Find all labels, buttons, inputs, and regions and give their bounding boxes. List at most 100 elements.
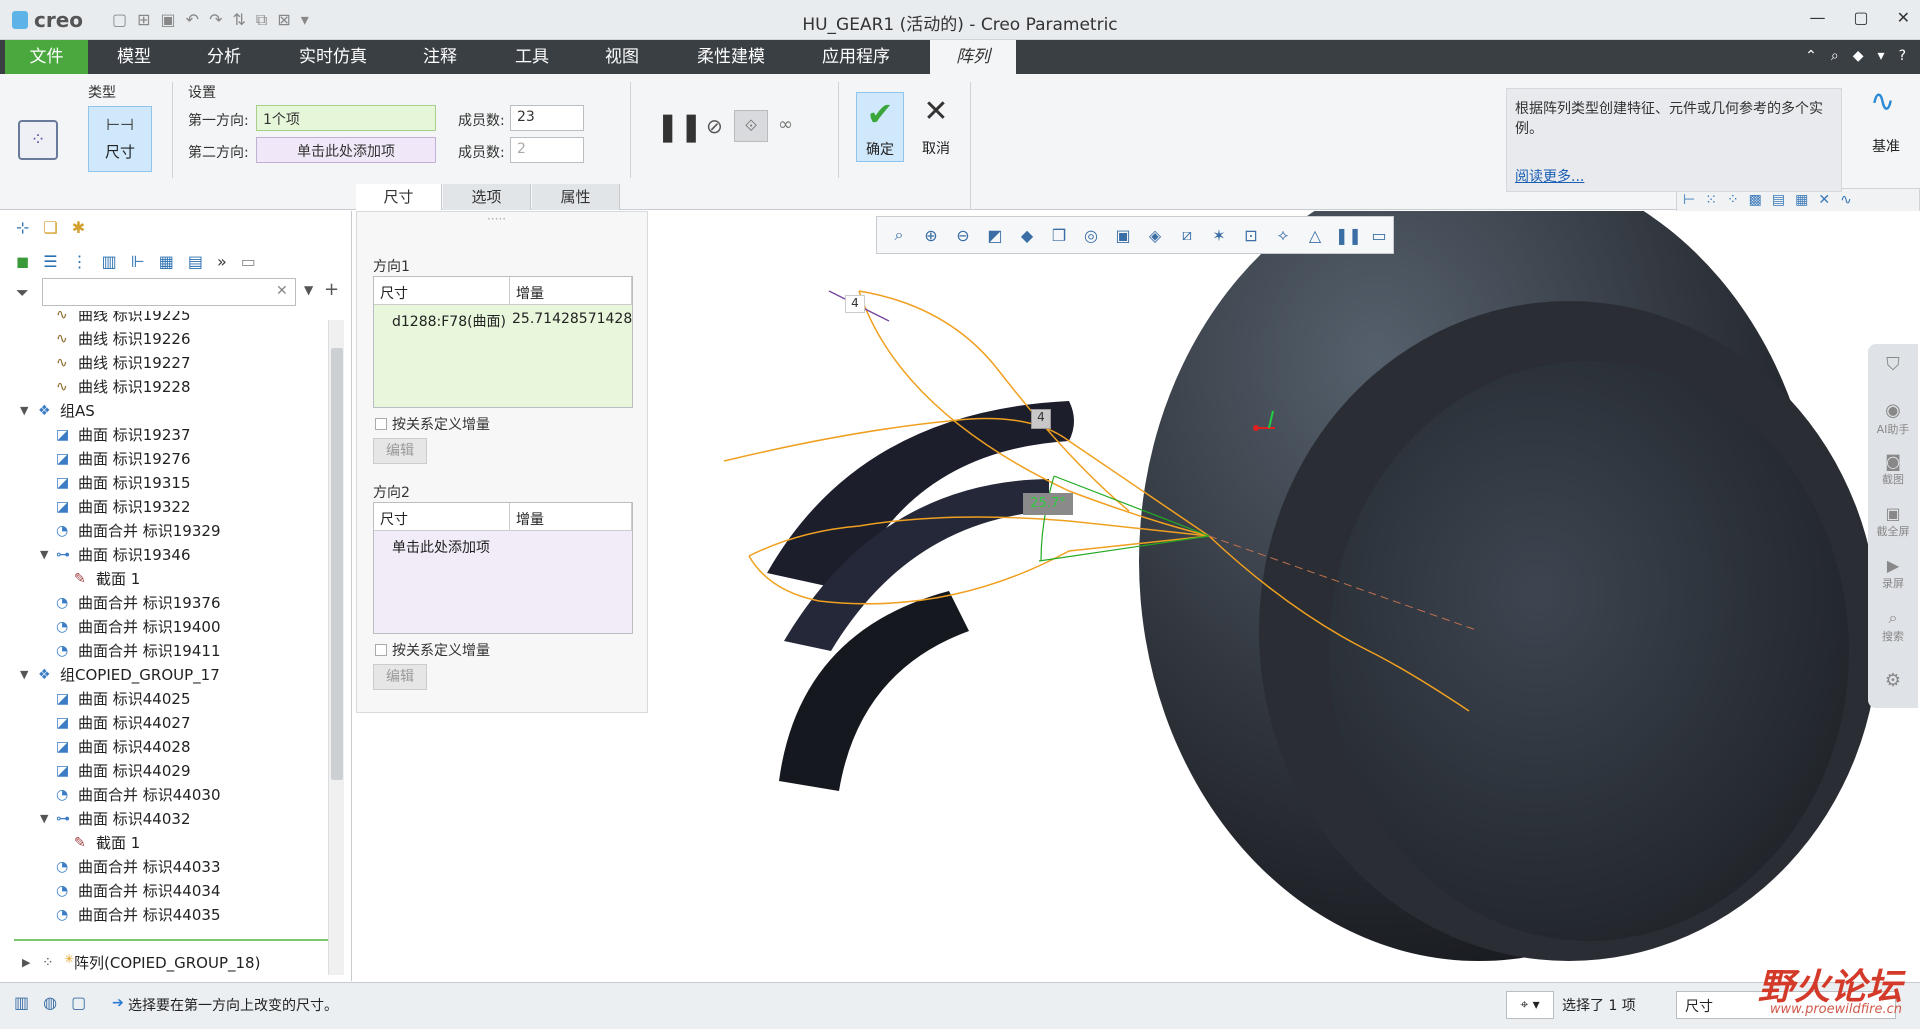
subtab-properties[interactable]: 属性	[532, 184, 620, 210]
verify-glasses-icon[interactable]: ∞	[778, 114, 793, 135]
spin-center-icon[interactable]: ⊡	[1239, 226, 1263, 245]
dir1-edit-button[interactable]: 编辑	[373, 438, 427, 464]
tab-applications[interactable]: 应用程序	[808, 40, 904, 74]
scrollbar-thumb[interactable]	[331, 348, 343, 780]
tree-row[interactable]: ∿ 曲线 标识19226	[4, 327, 330, 351]
tree-row[interactable]: ◔ 曲面合并 标识44034	[4, 879, 330, 903]
search-button[interactable]: ⌕ 搜索	[1868, 608, 1918, 644]
section-icon[interactable]: ◈	[1143, 226, 1167, 245]
list-icon[interactable]: ▤	[188, 252, 203, 271]
tab-flexible-modeling[interactable]: 柔性建模	[686, 40, 776, 74]
angle-dimension-label[interactable]: 25.7°	[1023, 493, 1073, 515]
table-pattern-icon[interactable]: ▤	[1772, 192, 1785, 210]
ok-button[interactable]: ✔ 确定	[856, 92, 904, 162]
axis-pattern-icon[interactable]: ⁘	[1727, 192, 1739, 210]
saved-views-icon[interactable]: ❒	[1047, 226, 1071, 245]
checkbox[interactable]	[375, 644, 387, 656]
dir1-relation-checkbox[interactable]: 按关系定义增量	[375, 414, 490, 434]
search-icon[interactable]: ⌕	[1831, 48, 1839, 64]
members1-input[interactable]: 23	[510, 105, 584, 131]
zoom-out-icon[interactable]: ⊖	[951, 226, 975, 245]
expander-icon[interactable]: ▼	[20, 663, 34, 687]
dir2-collector[interactable]: 单击此处添加项	[256, 137, 436, 163]
settings-gear-icon[interactable]: ⚙	[1868, 670, 1918, 691]
tab-tools[interactable]: 工具	[496, 40, 568, 74]
tree-row[interactable]: ▼ ❖ 组COPIED_GROUP_17	[4, 663, 330, 687]
tree-row[interactable]: ◪ 曲面 标识19237	[4, 423, 330, 447]
dimension-label-4[interactable]: 4	[845, 295, 865, 313]
type-dimension-button[interactable]: ⊢⊣ 尺寸	[88, 106, 152, 172]
fullscreen-toggle-icon[interactable]: ▢	[71, 993, 86, 1012]
tree-row[interactable]: ◔ 曲面合并 标识44035	[4, 903, 330, 927]
navigator-toggle-icon[interactable]: ▥	[14, 993, 29, 1012]
model-icon[interactable]: ◼	[16, 252, 29, 271]
folder-browser-tab-icon[interactable]: ❏	[43, 218, 57, 237]
screenshot-button[interactable]: ◙ 截图	[1868, 452, 1918, 487]
maximize-icon[interactable]: ▢	[1853, 8, 1868, 27]
tree-row[interactable]: ◪ 曲面 标识44025	[4, 687, 330, 711]
csys-display-icon[interactable]: ⟡	[1271, 225, 1295, 245]
curve-pattern-icon[interactable]: ∿	[1840, 192, 1852, 210]
layer-icon[interactable]: ▦	[159, 252, 174, 271]
tree-row[interactable]: ✎ 截面 1	[4, 831, 330, 855]
dimension-label-4b[interactable]: 4	[1031, 409, 1051, 429]
panel-grip[interactable]: ·····	[487, 212, 506, 226]
dir2-edit-button[interactable]: 编辑	[373, 664, 427, 690]
dir1-collector[interactable]: 1个项	[256, 105, 436, 131]
tree-columns-icon[interactable]: ⊩	[131, 252, 145, 271]
tree-filter-icon[interactable]: ⋮	[72, 252, 88, 271]
tab-file[interactable]: 文件	[5, 40, 88, 74]
reference-pattern-icon[interactable]: ▦	[1795, 192, 1808, 210]
expander-icon[interactable]: ▼	[40, 807, 54, 831]
pause-icon[interactable]: ❚❚	[656, 110, 703, 143]
model-tree-tab-icon[interactable]: ⊹	[16, 218, 29, 237]
tree-row[interactable]: ◪ 曲面 标识44027	[4, 711, 330, 735]
gear-hub-face[interactable]	[1329, 361, 1849, 941]
perspective-icon[interactable]: ▣	[1111, 226, 1135, 245]
display-style-icon[interactable]: ◆	[1015, 226, 1039, 245]
no-preview-icon[interactable]: ⊘	[706, 114, 723, 138]
tree-row[interactable]: ▼ ⊶ 曲面 标识44032	[4, 807, 330, 831]
playback-icon[interactable]: ▭	[1367, 226, 1391, 245]
point-pattern-icon[interactable]: ✕	[1818, 192, 1830, 210]
close-icon[interactable]: ✕	[1897, 8, 1910, 27]
collapse-ribbon-icon[interactable]: ⌃	[1805, 48, 1817, 64]
repaint-icon[interactable]: ◩	[983, 226, 1007, 245]
dropdown-icon[interactable]: ▾	[1878, 48, 1885, 64]
tree-row[interactable]: ▼ ❖ 组AS	[4, 399, 330, 423]
model-viewport[interactable]	[649, 211, 1920, 981]
tab-model[interactable]: 模型	[98, 40, 170, 74]
help-icon[interactable]: ?	[1899, 48, 1906, 64]
tab-analysis[interactable]: 分析	[188, 40, 260, 74]
cancel-button[interactable]: ✕ 取消	[912, 92, 960, 162]
fullscreen-capture-button[interactable]: ▣ 截全屏	[1868, 504, 1918, 539]
tree-scrollbar[interactable]	[328, 320, 344, 975]
members2-input[interactable]: 2	[510, 137, 584, 163]
clear-search-icon[interactable]: ✕	[276, 283, 288, 299]
pause-animation-icon[interactable]: ❚❚	[1335, 226, 1362, 245]
graphics-window[interactable]: 4 4 25.7°	[649, 211, 1920, 981]
read-more-link[interactable]: 阅读更多...	[1515, 167, 1584, 187]
shield-icon[interactable]: ⛉	[1868, 354, 1918, 375]
zoom-in-icon[interactable]: ⊕	[919, 226, 943, 245]
checkbox[interactable]	[375, 418, 387, 430]
tree-row[interactable]: ◪ 曲面 标识19322	[4, 495, 330, 519]
tree-row[interactable]: ◔ 曲面合并 标识44030	[4, 783, 330, 807]
tree-search-input[interactable]	[42, 278, 296, 306]
subtab-options[interactable]: 选项	[443, 184, 531, 210]
expander-icon[interactable]: ▶	[22, 951, 36, 975]
tree-row[interactable]: ◔ 曲面合并 标识44033	[4, 855, 330, 879]
tree-row[interactable]: ∿ 曲线 标识19227	[4, 351, 330, 375]
datum-group[interactable]: ∿ 基准	[1856, 80, 1916, 178]
tree-row[interactable]: ◪ 曲面 标识19315	[4, 471, 330, 495]
tab-view[interactable]: 视图	[586, 40, 658, 74]
tree-row[interactable]: ▼ ⊶ 曲面 标识19346	[4, 543, 330, 567]
dimension-pattern-icon[interactable]: ⊢	[1683, 192, 1695, 210]
dir1-dim-cell[interactable]: d1288:F78(曲面)	[392, 311, 506, 331]
tab-pattern[interactable]: 阵列	[930, 40, 1016, 74]
add-filter-icon[interactable]: +	[324, 279, 339, 300]
tree-row-pattern[interactable]: ▶ ⁘ ✳ 阵列(COPIED_GROUP_18)	[4, 951, 330, 975]
search-dropdown-icon[interactable]: ▼	[304, 283, 313, 297]
datum-display-icon[interactable]: ⧄	[1175, 225, 1199, 245]
dir1-table[interactable]: 尺寸 增量 d1288:F78(曲面) 25.714285714285	[373, 276, 633, 408]
